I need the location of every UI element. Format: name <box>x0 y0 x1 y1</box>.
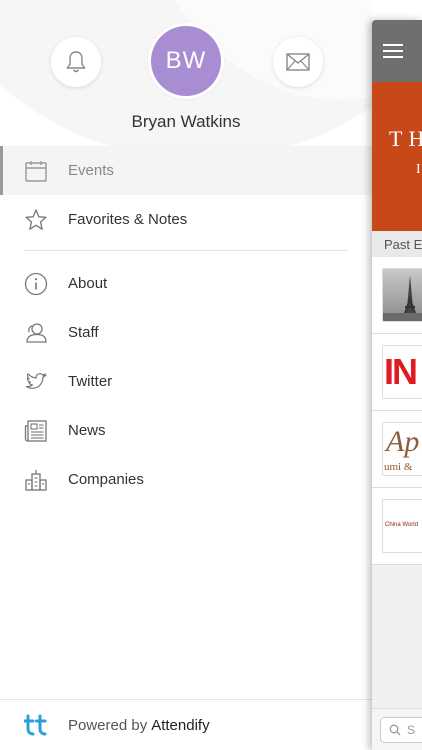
menu-item-label: Companies <box>68 471 144 488</box>
messages-button[interactable] <box>273 37 323 87</box>
menu-item-favorites[interactable]: Favorites & Notes <box>0 195 372 244</box>
notifications-button[interactable] <box>51 37 101 87</box>
menu-item-companies[interactable]: Companies <box>0 455 372 504</box>
user-name: Bryan Watkins <box>131 112 241 131</box>
search-input[interactable]: S <box>380 717 422 743</box>
menu-item-label: Events <box>68 162 114 179</box>
calendar-icon <box>24 159 48 183</box>
menu-item-about[interactable]: About <box>0 259 372 308</box>
search-placeholder: S <box>407 723 416 737</box>
menu-item-staff[interactable]: Staff <box>0 308 372 357</box>
eiffel-tower-thumb-icon <box>382 268 422 322</box>
menu-item-label: Staff <box>68 324 99 341</box>
brand-name: Attendify <box>151 716 210 734</box>
navigation-drawer: BW Bryan Watkins Events Favorites & Note… <box>0 0 372 750</box>
banner-subtitle: I <box>416 162 421 177</box>
event-logo-text: IN <box>384 351 418 392</box>
menu-item-events[interactable]: Events <box>0 146 372 195</box>
event-logo-thumb: IN <box>382 345 422 399</box>
drawer-menu: Events Favorites & Notes About Staff Twi… <box>0 146 372 504</box>
profile-header: BW Bryan Watkins <box>0 0 372 146</box>
event-row[interactable] <box>372 257 422 334</box>
powered-by-footer[interactable]: Powered by Attendify <box>0 699 372 750</box>
newspaper-icon <box>24 419 48 443</box>
event-logo-thumb: Ap umi & <box>382 422 422 476</box>
star-icon <box>24 208 48 232</box>
search-bar: S <box>372 708 422 750</box>
envelope-icon <box>286 53 310 71</box>
powered-by-label: Powered by <box>68 716 148 734</box>
event-logo-text: Ap <box>386 425 420 458</box>
info-icon <box>24 272 48 296</box>
staff-icon <box>24 321 48 345</box>
twitter-icon <box>24 370 48 394</box>
menu-item-twitter[interactable]: Twitter <box>0 357 372 406</box>
menu-item-label: About <box>68 275 108 292</box>
main-content-panel[interactable]: TH I Past E IN Ap umi & China World <box>372 20 422 750</box>
bell-icon <box>66 51 86 73</box>
event-logo-text: China World <box>385 522 418 528</box>
avatar-initials: BW <box>165 47 207 74</box>
attendify-logo-icon <box>24 714 47 736</box>
event-row[interactable]: IN <box>372 334 422 411</box>
hamburger-menu-icon[interactable] <box>383 40 403 62</box>
event-logo-thumb: China World <box>382 499 422 553</box>
banner-title: TH <box>389 126 422 151</box>
event-banner[interactable]: TH I <box>372 82 422 231</box>
menu-item-news[interactable]: News <box>0 406 372 455</box>
menu-item-label: Favorites & Notes <box>68 211 188 228</box>
menu-item-label: News <box>68 422 106 439</box>
avatar[interactable]: BW <box>151 26 221 96</box>
top-nav-bar <box>372 20 422 82</box>
past-events-header: Past E <box>372 231 422 257</box>
search-icon <box>389 724 401 736</box>
event-row[interactable]: Ap umi & <box>372 411 422 488</box>
event-row[interactable]: China World <box>372 488 422 565</box>
menu-item-label: Twitter <box>68 373 113 390</box>
event-logo-subtext: umi & <box>384 461 413 473</box>
buildings-icon <box>24 468 48 492</box>
menu-divider <box>24 250 348 251</box>
